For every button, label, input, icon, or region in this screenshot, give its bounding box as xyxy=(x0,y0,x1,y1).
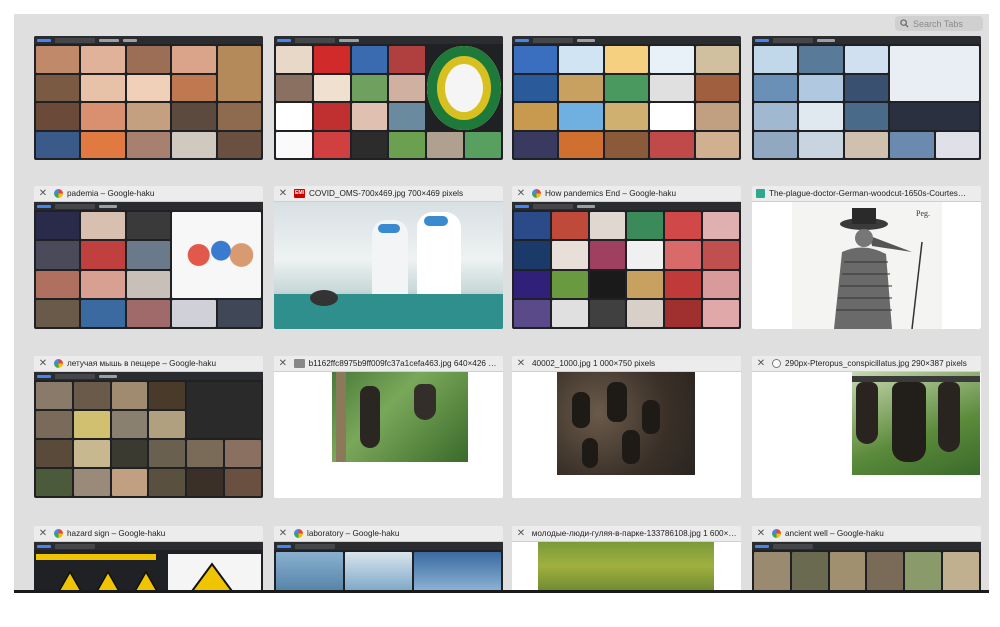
close-tab-icon[interactable]: ✕ xyxy=(756,528,766,539)
close-tab-icon[interactable]: ✕ xyxy=(516,528,526,539)
close-tab-icon[interactable]: ✕ xyxy=(278,358,288,369)
tab-thumbnail[interactable] xyxy=(512,36,741,160)
close-tab-icon[interactable]: ✕ xyxy=(756,358,766,369)
hazard-sign-images xyxy=(36,554,261,592)
google-icon xyxy=(532,189,541,198)
tab-header: ✕ 290px-Pteropus_conspicillatus.jpg 290×… xyxy=(752,356,981,372)
tab-title: How pandemics End – Google-haku xyxy=(545,189,677,198)
tab-header: ✕ молодые-люди-гуляя-в-парке-133786108.j… xyxy=(512,526,741,542)
tab-header: ✕ 40002_1000.jpg 1 000×750 pixels xyxy=(512,356,741,372)
tab-thumbnail[interactable]: ✕ ancient well – Google-haku xyxy=(752,526,981,592)
google-images-dark-preview xyxy=(34,542,263,592)
google-icon xyxy=(772,529,781,538)
google-icon xyxy=(54,359,63,368)
search-icon xyxy=(900,19,909,28)
tab-thumbnail[interactable]: ✕ pademia – Google-haku xyxy=(34,186,263,329)
tab-thumbnail[interactable] xyxy=(34,36,263,160)
tab-thumbnail[interactable]: ✕ hazard sign – Google-haku xyxy=(34,526,263,592)
tab-title: pademia – Google-haku xyxy=(67,189,155,198)
tab-thumbnail[interactable]: ✕ b1162ffc8975b9ff009fc37a1cefa463.jpg 6… xyxy=(274,356,503,498)
plague-doctor-woodcut-preview: Peg. xyxy=(752,202,981,329)
tab-title: 290px-Pteropus_conspicillatus.jpg 290×38… xyxy=(785,359,967,368)
tab-header: ✕ laboratory – Google-haku xyxy=(274,526,503,542)
tab-title: COVID_OMS-700x469.jpg 700×469 pixels xyxy=(309,189,464,198)
image-file-icon: EMI xyxy=(294,189,305,198)
google-images-dark-preview xyxy=(274,542,503,592)
tab-title: летучая мышь в пещере – Google-haku xyxy=(67,359,217,368)
tab-thumbnail[interactable]: ✕ EMI COVID_OMS-700x469.jpg 700×469 pixe… xyxy=(274,186,503,329)
tab-header: ✕ летучая мышь в пещере – Google-haku xyxy=(34,356,263,372)
tab-thumbnail[interactable]: ✕ How pandemics End – Google-haku xyxy=(512,186,741,329)
tab-header: ✕ How pandemics End – Google-haku xyxy=(512,186,741,202)
search-tabs-field[interactable]: Search Tabs xyxy=(895,16,983,31)
tab-header: The-plague-doctor-German-woodcut-1650s-C… xyxy=(752,186,981,202)
svg-text:Peg.: Peg. xyxy=(916,209,930,218)
close-tab-icon[interactable]: ✕ xyxy=(38,188,48,199)
google-images-dark-preview xyxy=(752,36,981,160)
dock-edge xyxy=(14,590,989,593)
tab-thumbnail[interactable]: ✕ летучая мышь в пещере – Google-haku xyxy=(34,356,263,498)
google-images-dark-preview xyxy=(512,202,741,329)
close-tab-icon[interactable]: ✕ xyxy=(38,528,48,539)
google-images-dark-preview xyxy=(274,36,503,160)
close-tab-icon[interactable]: ✕ xyxy=(516,358,526,369)
image-file-icon xyxy=(293,359,305,368)
tab-title: b1162ffc8975b9ff009fc37a1cefa463.jpg 640… xyxy=(308,359,499,368)
tab-title: The-plague-doctor-German-woodcut-1650s-C… xyxy=(769,189,967,198)
google-icon xyxy=(54,189,63,198)
google-icon xyxy=(54,529,63,538)
close-tab-icon[interactable]: ✕ xyxy=(278,188,288,199)
cave-bats-photo-preview xyxy=(512,372,741,498)
tab-header: ✕ b1162ffc8975b9ff009fc37a1cefa463.jpg 6… xyxy=(274,356,503,372)
wikipedia-icon xyxy=(772,359,781,368)
tab-title: 40002_1000.jpg 1 000×750 pixels xyxy=(532,359,656,368)
tab-thumbnail[interactable] xyxy=(274,36,503,160)
tab-thumbnail[interactable]: ✕ 40002_1000.jpg 1 000×750 pixels xyxy=(512,356,741,498)
close-tab-icon[interactable]: ✕ xyxy=(38,358,48,369)
google-images-dark-preview xyxy=(512,36,741,160)
tab-header: ✕ pademia – Google-haku xyxy=(34,186,263,202)
google-images-dark-preview xyxy=(34,36,263,160)
covid-photo-preview xyxy=(274,202,503,329)
figure-icon xyxy=(756,189,765,198)
tab-thumbnail[interactable] xyxy=(752,36,981,160)
google-images-dark-preview xyxy=(34,372,263,498)
tab-thumbnail[interactable]: ✕ 290px-Pteropus_conspicillatus.jpg 290×… xyxy=(752,356,981,498)
flying-fox-photo-preview xyxy=(752,372,981,498)
tab-header: ✕ hazard sign – Google-haku xyxy=(34,526,263,542)
tab-thumbnail[interactable]: The-plague-doctor-German-woodcut-1650s-C… xyxy=(752,186,981,329)
google-icon xyxy=(294,529,303,538)
plague-doctor-image: Peg. xyxy=(792,202,942,329)
close-tab-icon[interactable]: ✕ xyxy=(278,528,288,539)
tab-thumbnail[interactable]: ✕ laboratory – Google-haku xyxy=(274,526,503,592)
search-tabs-placeholder: Search Tabs xyxy=(913,18,963,29)
tab-overview-window: Search Tabs ✕ pademia – Google-haku ✕ EM… xyxy=(14,14,989,592)
tab-header: ✕ EMI COVID_OMS-700x469.jpg 700×469 pixe… xyxy=(274,186,503,202)
google-images-dark-preview xyxy=(34,202,263,329)
google-images-dark-preview xyxy=(752,542,981,592)
park-photo-preview xyxy=(512,542,741,592)
close-tab-icon[interactable]: ✕ xyxy=(516,188,526,199)
tab-title: ancient well – Google-haku xyxy=(785,529,884,538)
bats-photo-preview xyxy=(274,372,503,498)
tab-title: hazard sign – Google-haku xyxy=(67,529,166,538)
tab-header: ✕ ancient well – Google-haku xyxy=(752,526,981,542)
tab-title: молодые-люди-гуляя-в-парке-133786108.jpg… xyxy=(531,529,737,538)
tab-thumbnail[interactable]: ✕ молодые-люди-гуляя-в-парке-133786108.j… xyxy=(512,526,741,592)
tab-title: laboratory – Google-haku xyxy=(307,529,400,538)
